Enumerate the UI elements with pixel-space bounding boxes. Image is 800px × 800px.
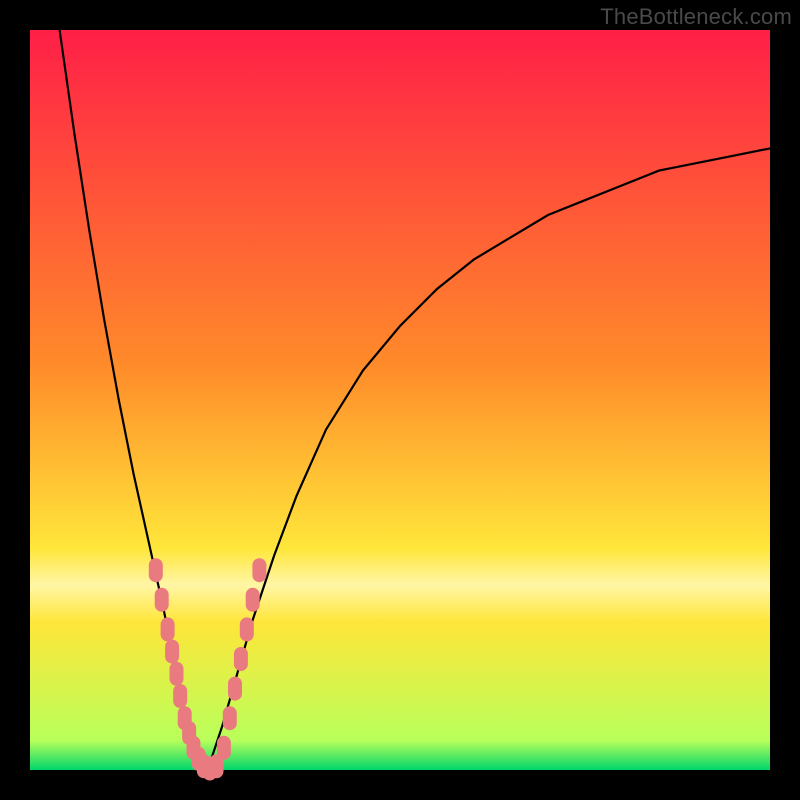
plot-area [30,30,770,770]
marker-point [252,558,266,582]
chart-frame: TheBottleneck.com [0,0,800,800]
curve-right-branch [208,148,770,770]
marker-point [149,558,163,582]
marker-point [240,617,254,641]
marker-point [155,588,169,612]
marker-point [228,677,242,701]
marker-point [246,588,260,612]
marker-point [165,640,179,664]
watermark-text: TheBottleneck.com [600,4,792,30]
marker-point [170,662,184,686]
marker-point [161,617,175,641]
curve-left-branch [60,30,208,770]
marker-point [217,736,231,760]
marker-point [173,684,187,708]
marker-point [223,706,237,730]
curves-svg [30,30,770,770]
marker-point [234,647,248,671]
